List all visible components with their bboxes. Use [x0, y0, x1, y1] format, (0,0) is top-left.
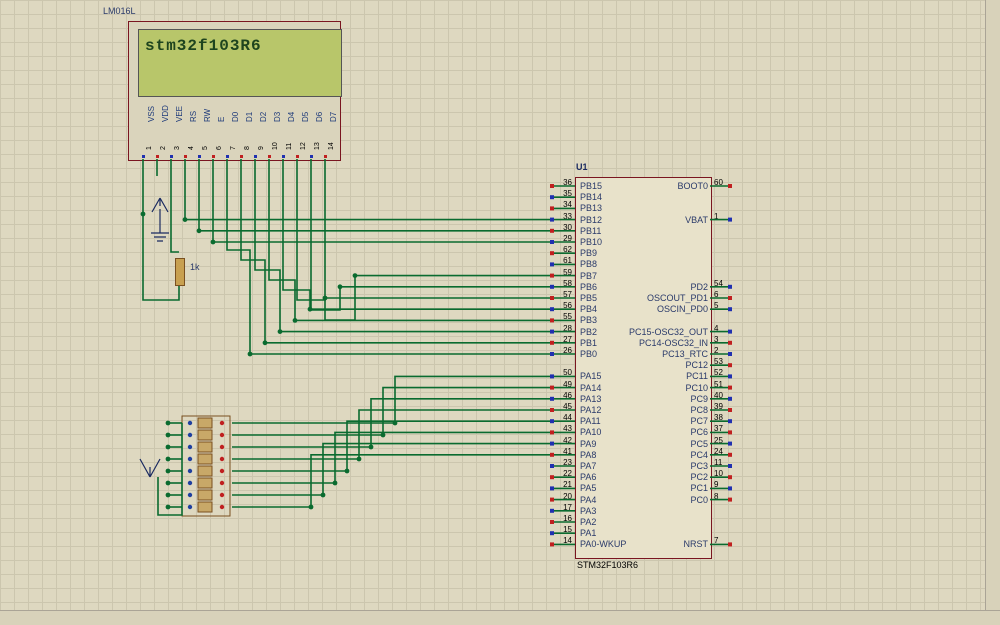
- schematic-wires: [0, 0, 1000, 625]
- horizontal-scrollbar[interactable]: [0, 610, 1000, 625]
- vertical-scrollbar[interactable]: [985, 0, 1000, 625]
